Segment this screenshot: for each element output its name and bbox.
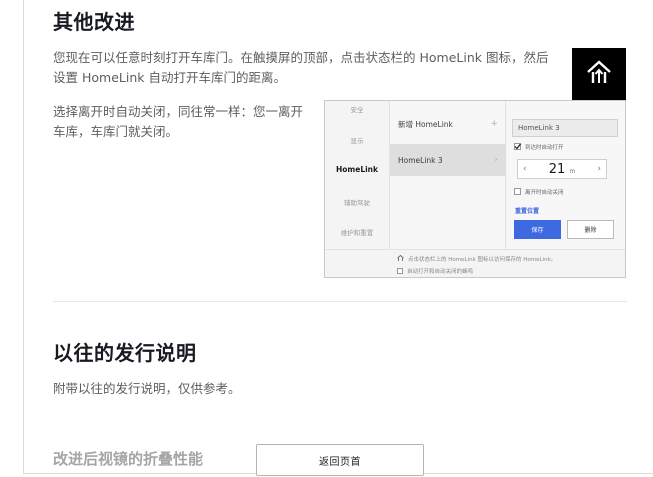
distance-value: 21 m: [548, 161, 576, 177]
section-title-other-improvements: 其他改进: [53, 10, 135, 34]
chevron-right-icon: ›: [494, 155, 498, 165]
homelink-detail: HomeLink 3 到达时自动打开 ‹ 21 m › 离开时自动关闭 重置位置…: [507, 101, 625, 249]
delete-button: 删除: [567, 220, 614, 239]
homelink-small-icon: [397, 254, 404, 263]
nav-item-autopilot: 辅助驾驶: [344, 199, 370, 207]
plus-icon: +: [490, 119, 498, 129]
auto-close-label: 离开时自动关闭: [525, 190, 564, 196]
homelink-list: 新增 HomeLink + HomeLink 3 ›: [389, 101, 506, 249]
footer-checkbox: [397, 268, 403, 274]
previous-notes-description: 附带以往的发行说明，仅供参考。: [53, 381, 241, 396]
panel-footer: 点击状态栏上的 HomeLink 图标以访问保存的 HomeLink。 自动打开…: [325, 249, 625, 277]
mirror-folding-heading: 改进后视镜的折叠性能: [53, 450, 204, 468]
footer-hint-1-text: 点击状态栏上的 HomeLink 图标以访问保存的 HomeLink。: [408, 257, 557, 263]
auto-close-checkbox: [514, 188, 521, 195]
footer-hint-1: 点击状态栏上的 HomeLink 图标以访问保存的 HomeLink。: [397, 254, 557, 263]
add-homelink-row: 新增 HomeLink +: [390, 108, 506, 140]
chevron-left-icon: ‹: [523, 164, 527, 174]
back-to-top-button[interactable]: 返回页首: [256, 444, 424, 476]
homelink-badge: [572, 48, 626, 100]
footer-hint-2: 自动打开和自动关闭的蜂鸣: [397, 267, 473, 275]
distance-stepper: ‹ 21 m ›: [517, 159, 607, 179]
section-title-previous-notes: 以往的发行说明: [53, 341, 197, 365]
nav-item-service: 维护和重置: [340, 229, 374, 237]
nav-item-safety: 安全: [350, 106, 364, 114]
homelink-description: 您现在可以任意时刻打开车库门。在触摸屏的顶部，点击状态栏的 HomeLink 图…: [53, 50, 549, 85]
chevron-right-icon: ›: [597, 164, 601, 174]
homelink-settings-screenshot: 安全 显示 HomeLink 辅助驾驶 维护和重置 新增 HomeLink + …: [324, 100, 626, 278]
homelink-3-label: HomeLink 3: [398, 155, 443, 165]
footer-hint-2-text: 自动打开和自动关闭的蜂鸣: [407, 269, 474, 275]
auto-close-description: 选择离开时自动关闭，同往常一样：您一离开车库，车库门就关闭。: [53, 104, 304, 139]
nav-item-homelink: HomeLink: [335, 165, 378, 174]
auto-open-label: 到达时自动打开: [525, 145, 564, 151]
save-button: 保存: [514, 220, 561, 239]
settings-nav: 安全 显示 HomeLink 辅助驾驶 维护和重置: [325, 101, 389, 249]
homelink-name-field: HomeLink 3: [512, 119, 618, 137]
reset-location-link: 重置位置: [515, 208, 540, 215]
section-divider: [53, 301, 627, 302]
auto-open-checkbox: [514, 143, 521, 150]
nav-item-display: 显示: [350, 137, 364, 145]
add-homelink-label: 新增 HomeLink: [398, 119, 453, 129]
homelink-3-row: HomeLink 3 ›: [390, 144, 506, 176]
homelink-icon: [585, 59, 613, 89]
